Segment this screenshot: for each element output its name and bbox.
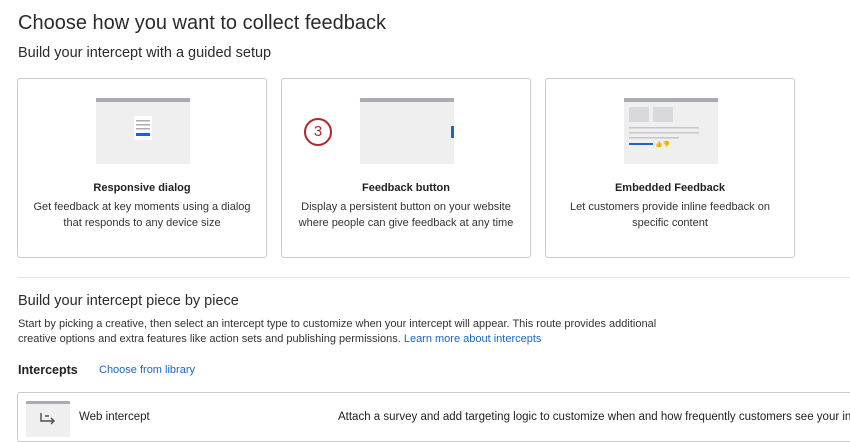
piece-description-text: Start by picking a creative, then select…: [18, 318, 657, 345]
section-divider: [18, 277, 850, 278]
dialog-preview-icon: [134, 116, 152, 140]
step-number-badge: 3: [304, 118, 332, 146]
piece-by-piece-title: Build your intercept piece by piece: [18, 293, 239, 309]
card-title: Responsive dialog: [93, 182, 191, 194]
web-intercept-row[interactable]: Web intercept Attach a survey and add ta…: [17, 392, 850, 442]
card-description: Let customers provide inline feedback on…: [570, 201, 770, 229]
svg-text:👍👎: 👍👎: [655, 140, 670, 148]
card-title: Embedded Feedback: [614, 182, 726, 194]
feedback-button-preview: [360, 98, 454, 164]
embedded-feedback-preview: 👍👎: [624, 98, 718, 164]
card-description: Display a persistent button on your webs…: [298, 201, 514, 229]
intercept-name: Web intercept: [79, 411, 150, 423]
feedback-button-card[interactable]: 3 Feedback button Display a persistent b…: [281, 78, 531, 258]
intercept-arrow-icon: [40, 413, 55, 425]
intercepts-label: Intercepts: [18, 363, 78, 377]
embedded-preview-icon: 👍👎: [629, 107, 699, 148]
responsive-dialog-card[interactable]: Responsive dialog Get feedback at key mo…: [17, 78, 267, 258]
piece-by-piece-description: Start by picking a creative, then select…: [18, 317, 658, 346]
card-title: Feedback button: [361, 182, 450, 194]
intercept-description: Attach a survey and add targeting logic …: [338, 411, 850, 423]
card-description: Get feedback at key moments using a dial…: [33, 201, 251, 229]
embedded-feedback-card[interactable]: 👍👎 Embedded Feedback Let customers provi…: [545, 78, 795, 258]
page-title: Choose how you want to collect feedback: [18, 12, 386, 34]
web-intercept-icon-box: [26, 401, 70, 437]
guided-setup-subtitle: Build your intercept with a guided setup: [18, 45, 272, 61]
side-button-preview-icon: [451, 126, 454, 138]
learn-more-link[interactable]: Learn more about intercepts: [404, 333, 542, 345]
responsive-dialog-preview: [96, 98, 190, 164]
choose-from-library-link[interactable]: Choose from library: [99, 364, 195, 376]
